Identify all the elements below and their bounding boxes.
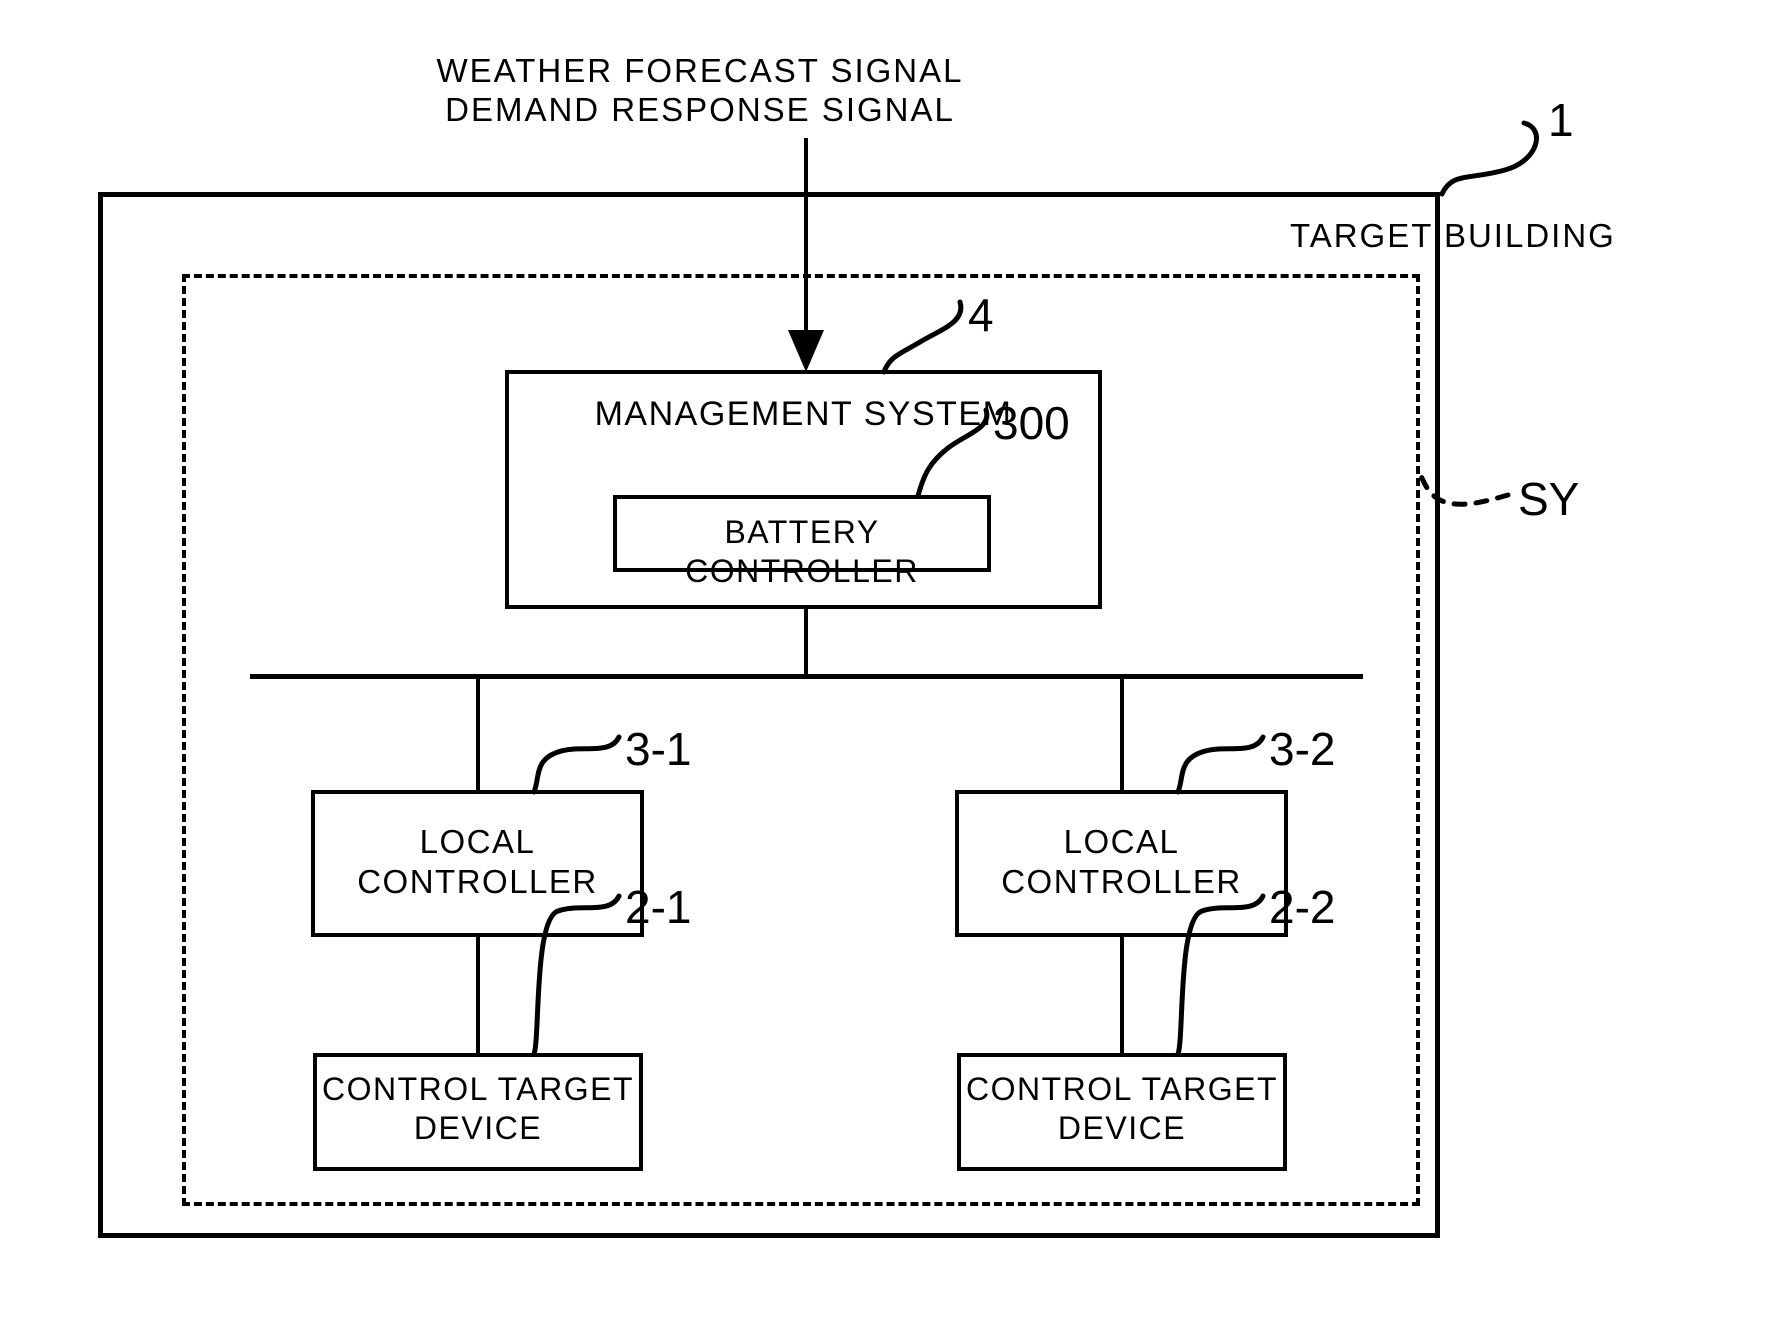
control-target-device-2-box: CONTROL TARGET DEVICE	[957, 1053, 1287, 1171]
communication-bus	[250, 674, 1363, 679]
battery-controller-label: BATTERY CONTROLLER	[685, 514, 919, 590]
leader-line-1	[1439, 120, 1539, 197]
reference-numeral-300: 300	[993, 397, 1070, 449]
signal-annotation: WEATHER FORECAST SIGNAL DEMAND RESPONSE …	[436, 52, 964, 128]
management-system-bus-stub	[804, 606, 808, 678]
bus-drop-line-left	[476, 676, 480, 792]
local-controller-2-box: LOCAL CONTROLLER	[955, 790, 1288, 937]
reference-numeral-2-1: 2-1	[625, 881, 692, 933]
local-controller-1-label: LOCAL CONTROLLER	[357, 823, 598, 901]
control-target-device-2-label: CONTROL TARGET DEVICE	[966, 1071, 1278, 1147]
local-controller-1-box: LOCAL CONTROLLER	[311, 790, 644, 937]
local-controller-2-label: LOCAL CONTROLLER	[1001, 823, 1242, 901]
reference-numeral-1: 1	[1548, 94, 1574, 146]
reference-numeral-3-1: 3-1	[625, 723, 692, 775]
local-controller-2-device-link	[1120, 935, 1124, 1055]
bus-drop-line-right	[1120, 676, 1124, 792]
figure-canvas: WEATHER FORECAST SIGNAL DEMAND RESPONSE …	[0, 0, 1784, 1323]
reference-numeral-3-2: 3-2	[1269, 723, 1336, 775]
system-reference-label: SY	[1518, 473, 1580, 525]
local-controller-1-device-link	[476, 935, 480, 1055]
control-target-device-1-box: CONTROL TARGET DEVICE	[313, 1053, 643, 1171]
target-building-label: TARGET BUILDING	[1290, 217, 1616, 254]
signal-arrow-line	[804, 138, 808, 350]
control-target-device-1-label: CONTROL TARGET DEVICE	[322, 1071, 634, 1147]
reference-numeral-2-2: 2-2	[1269, 881, 1336, 933]
battery-controller-box: BATTERY CONTROLLER	[613, 495, 991, 589]
reference-numeral-4: 4	[968, 289, 994, 341]
